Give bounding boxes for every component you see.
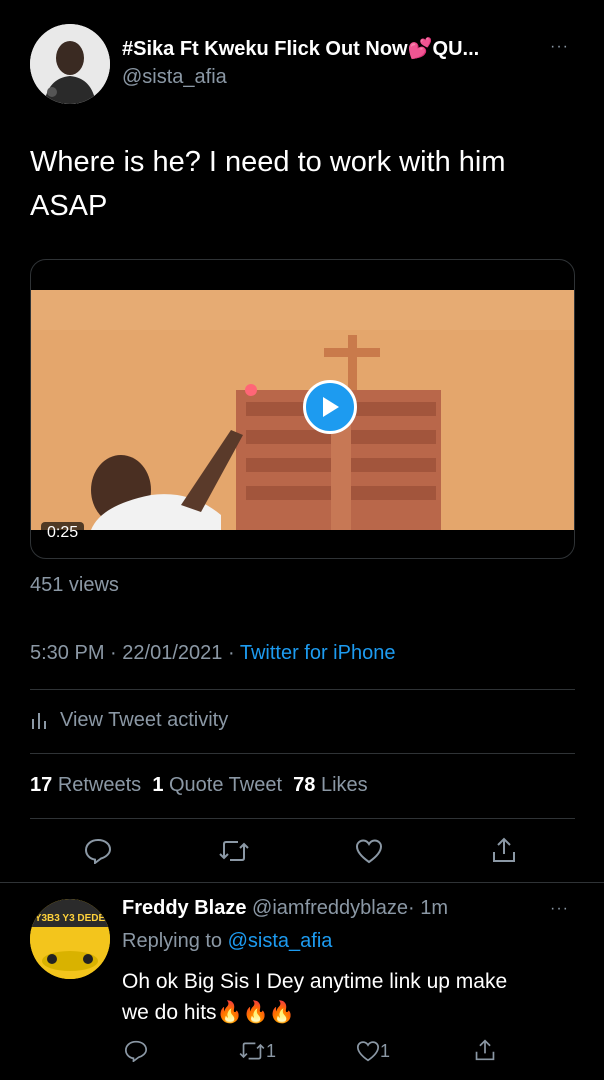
reply-time: · 1m (407, 897, 448, 919)
reply-reply-icon (124, 1040, 148, 1062)
activity-chart-icon (32, 713, 46, 729)
video-card[interactable]: 0:25 (30, 259, 575, 559)
likes-count: 78 (293, 774, 316, 796)
tweet-source-link[interactable]: Twitter for iPhone (240, 642, 396, 664)
reply-handle[interactable]: @iamfreddyblaze (252, 897, 408, 919)
reply-icon (84, 838, 112, 864)
tweet-text: Where is he? I need to work with him ASA… (30, 140, 590, 228)
reply-share-button[interactable] (474, 1038, 496, 1062)
hearts-emoji-icon: 💕 (407, 38, 433, 60)
replying-to-row: Replying to @sista_afia (122, 930, 332, 953)
quotes-stat[interactable]: 1 Quote Tweet (152, 774, 282, 796)
author-display-name[interactable]: #Sika Ft Kweku Flick Out Now (122, 38, 408, 60)
play-button[interactable] (303, 380, 357, 434)
reply-text-line-1: Oh ok Big Sis I Dey anytime link up make (122, 970, 508, 993)
retweets-label: Retweets (57, 774, 142, 796)
reply-like-count: 1 (380, 1040, 391, 1061)
divider-reply (0, 882, 604, 883)
like-button[interactable] (355, 838, 383, 864)
quotes-count: 1 (152, 774, 164, 796)
author-name-suffix: QU... (432, 38, 480, 60)
reply-heart-icon (356, 1041, 380, 1062)
tweet-text-line-1: Where is he? I need to work with him (30, 146, 506, 178)
stats-row: 17 Retweets 1 Quote Tweet 78 Likes (30, 774, 368, 797)
author-avatar[interactable] (30, 24, 110, 104)
likes-stat[interactable]: 78 Likes (293, 774, 368, 796)
replying-to-prefix: Replying to (122, 930, 223, 952)
timestamp-separator: · (110, 642, 117, 664)
tweet-time: 5:30 PM (30, 642, 105, 664)
activity-label: View Tweet activity (60, 708, 229, 731)
replying-to-handle[interactable]: @sista_afia (228, 930, 333, 952)
reply-text-line-2: we do hits🔥🔥🔥 (122, 1001, 295, 1024)
author-avatar-image (30, 24, 110, 104)
author-handle[interactable]: @sista_afia (122, 66, 227, 89)
divider-mid (30, 753, 575, 754)
view-tweet-activity[interactable]: View Tweet activity (30, 706, 228, 734)
source-separator: · (227, 642, 235, 664)
reply-header: Freddy Blaze @iamfreddyblaze· 1m (122, 897, 448, 920)
reply-text: Oh ok Big Sis I Dey anytime link up make… (122, 966, 592, 1028)
divider-top (30, 689, 575, 690)
play-icon (323, 397, 339, 417)
views-count: 451 views (30, 574, 119, 596)
reply-avatar[interactable]: Y3B3 Y3 DEDE (30, 899, 110, 979)
reply-avatar-text: Y3B3 Y3 DEDE (35, 913, 106, 924)
reply-more-icon[interactable]: ··· (550, 900, 569, 918)
reply-retweet-icon (239, 1042, 265, 1060)
author-name-row: #Sika Ft Kweku Flick Out Now💕QU... (122, 36, 542, 64)
likes-label: Likes (320, 774, 368, 796)
tweet-text-line-2: ASAP (30, 190, 108, 222)
retweet-icon (219, 841, 249, 861)
quotes-label: Quote Tweet (169, 774, 283, 796)
share-button[interactable] (491, 836, 517, 864)
retweet-button[interactable] (218, 838, 250, 864)
retweets-stat[interactable]: 17 Retweets (30, 774, 141, 796)
reply-button[interactable] (84, 838, 112, 864)
heart-icon (355, 839, 383, 864)
reply-avatar-image: Y3B3 Y3 DEDE (30, 899, 110, 979)
tweet-more-icon[interactable]: ··· (550, 38, 569, 56)
reply-display-name[interactable]: Freddy Blaze (122, 897, 246, 919)
tweet-date: 22/01/2021 (122, 642, 223, 664)
reply-reply-button[interactable] (124, 1040, 148, 1062)
video-duration: 0:25 (41, 522, 85, 544)
retweets-count: 17 (30, 774, 53, 796)
timestamp-row: 5:30 PM · 22/01/2021 · Twitter for iPhon… (30, 642, 395, 665)
reply-like-button[interactable]: 1 (356, 1040, 390, 1062)
divider-bottom (30, 818, 575, 819)
reply-retweet-count: 1 (266, 1040, 277, 1061)
reply-retweet-button[interactable]: 1 (238, 1040, 276, 1062)
share-icon (493, 837, 515, 862)
reply-share-icon (475, 1039, 495, 1061)
